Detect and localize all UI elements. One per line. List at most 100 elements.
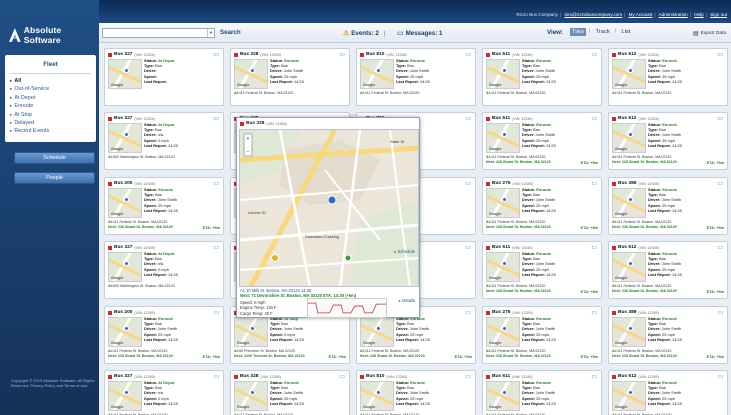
tab-tiles[interactable]: Tiles — [570, 28, 587, 36]
message-icon[interactable]: ▭ — [465, 244, 471, 251]
message-icon[interactable]: ▭ — [465, 373, 471, 380]
card-mini-map[interactable]: Google — [360, 317, 394, 347]
message-icon[interactable]: ▭ — [213, 115, 219, 122]
vehicle-card[interactable]: Bus 611 (VIN: 12345) ▭ Google Status: Enrout… — [482, 370, 602, 415]
card-mini-map[interactable]: Google — [612, 252, 646, 282]
vehicle-card[interactable]: Bus 612 (VIN: 12345) ▭ Google Status: Enrout… — [608, 370, 728, 415]
card-mini-map[interactable]: Google — [486, 59, 520, 89]
help-link[interactable]: Help — [694, 12, 703, 17]
vehicle-card[interactable]: Bus 810 (VIN: 12345) ▭ Google Status: Enrout… — [356, 48, 476, 106]
message-icon[interactable]: ▭ — [717, 180, 723, 187]
message-icon[interactable]: ▭ — [465, 180, 471, 187]
schedule-button[interactable]: Schedule — [14, 152, 95, 164]
vehicle-card[interactable]: Bus 612 (VIN: 12345) ▭ Google Status: Enrout… — [608, 241, 728, 299]
card-mini-map[interactable]: Google — [108, 317, 142, 347]
message-icon[interactable]: ▭ — [213, 180, 219, 187]
vehicle-card[interactable]: Bus 328 (VIN: 12345) ▭ Google Status: Enrout… — [230, 48, 350, 106]
events-indicator[interactable]: ⚠ Events: 2 | — [343, 29, 386, 38]
message-icon[interactable]: ▭ — [213, 244, 219, 251]
card-mini-map[interactable]: Google — [612, 188, 646, 218]
message-icon[interactable]: ▭ — [717, 373, 723, 380]
vehicle-card[interactable]: Bus 611 (VIN: 12345) ▭ Google Status: Enrout… — [482, 48, 602, 106]
message-icon[interactable]: ▭ — [465, 51, 471, 58]
message-icon[interactable]: ▭ — [339, 51, 345, 58]
vehicle-card[interactable]: Bus 611 (VIN: 12345) ▭ Google Status: Enrout… — [482, 112, 602, 170]
vehicle-card[interactable]: Bus 389(VIN: 12345) ▭ Google Status: Enrout… — [608, 177, 728, 235]
message-icon[interactable]: ▭ — [591, 180, 597, 187]
message-icon[interactable]: ▭ — [591, 244, 597, 251]
tab-list[interactable]: List — [619, 28, 632, 36]
message-icon[interactable]: ▭ — [591, 115, 597, 122]
fleet-filter-at-depot[interactable]: ▸ At Depot — [10, 94, 96, 102]
card-mini-map[interactable]: Google — [108, 381, 142, 411]
vehicle-card[interactable]: Bus 612 (VIN: 12345) ▭ Google Status: Enrout… — [608, 112, 728, 170]
vehicle-card[interactable]: Bus 389(VIN: 12345) ▭ Google Status: Enrout… — [608, 306, 728, 364]
fleet-filter-delayed[interactable]: ▸ Delayed — [10, 119, 96, 127]
card-mini-map[interactable]: Google — [612, 381, 646, 411]
chevron-down-icon[interactable]: ▼ — [207, 29, 214, 37]
card-mini-map[interactable]: Google — [486, 317, 520, 347]
vehicle-card[interactable]: Bus 611 (VIN: 12345) ▭ Google Status: Enrout… — [482, 241, 602, 299]
messages-indicator[interactable]: ▭ Messages: 1 — [397, 29, 442, 38]
message-icon[interactable]: ▭ — [591, 51, 597, 58]
details-link[interactable]: ▸ Details — [399, 298, 415, 303]
people-button[interactable]: People — [14, 172, 95, 184]
message-icon[interactable]: ▭ — [213, 51, 219, 58]
card-mini-map[interactable]: Google — [108, 59, 142, 89]
message-icon[interactable]: ▭ — [591, 373, 597, 380]
card-mini-map[interactable]: Google — [612, 59, 646, 89]
vehicle-detail-popup[interactable]: Bus 328 (VIN: 12345) + − State St Lincol… — [236, 117, 420, 318]
card-mini-map[interactable]: Google — [612, 317, 646, 347]
card-mini-map[interactable]: Google — [108, 252, 142, 282]
search-input[interactable]: ▼ — [102, 28, 215, 38]
message-icon[interactable]: ▭ — [465, 309, 471, 316]
my-account-link[interactable]: My Account — [629, 12, 653, 17]
card-mini-map[interactable]: Google — [108, 188, 142, 218]
vehicle-card[interactable]: Bus 200(VIN: 12345) ▭ Google Status: Enrout… — [104, 306, 224, 364]
card-mini-map[interactable]: Google — [360, 381, 394, 411]
message-icon[interactable]: ▭ — [717, 115, 723, 122]
card-mini-map[interactable]: Google — [486, 123, 520, 153]
vehicle-card[interactable]: Bus 328 (VIN: 12345) ▭ Google Status: Enrout… — [230, 370, 350, 415]
card-mini-map[interactable]: Google — [234, 59, 268, 89]
message-icon[interactable]: ▭ — [591, 309, 597, 316]
card-mini-map[interactable]: Google — [234, 317, 268, 347]
tab-track[interactable]: Track — [594, 28, 612, 36]
vehicle-card[interactable]: Bus 327 (VIN: 12345) ▭ Google Status: At Dep… — [104, 112, 224, 170]
vehicle-card[interactable]: Bus 810 (VIN: 12345) ▭ Google Status: Enrout… — [356, 370, 476, 415]
card-mini-map[interactable]: Google — [612, 123, 646, 153]
message-icon[interactable]: ▭ — [717, 309, 723, 316]
fleet-filter-out-of-service[interactable]: ▸ Out-of-Service — [10, 85, 96, 93]
schedule-link[interactable]: ▸ Schedule — [394, 249, 415, 254]
message-icon[interactable]: ▭ — [717, 244, 723, 251]
administration-link[interactable]: Administration — [659, 12, 688, 17]
card-mini-map[interactable]: Google — [486, 252, 520, 282]
vehicle-card[interactable]: Bus 200(VIN: 12345) ▭ Google Status: Enrout… — [104, 177, 224, 235]
vehicle-card[interactable]: Bus 275(VIN: 12345) ▭ Google Status: Enrout… — [482, 177, 602, 235]
fleet-filter-all[interactable]: ▸ All — [10, 77, 96, 85]
card-mini-map[interactable]: Google — [486, 188, 520, 218]
export-data-button[interactable]: ▤ Export Data — [693, 30, 726, 37]
popup-map[interactable]: + − State St Lincoln St Downtown Crossin… — [239, 129, 419, 287]
vehicle-card[interactable]: Bus 327 (VIN: 12345) ▭ Google Status: At Dep… — [104, 370, 224, 415]
message-icon[interactable]: ▭ — [465, 115, 471, 122]
card-mini-map[interactable]: Google — [108, 123, 142, 153]
vehicle-card[interactable]: Bus 327 (VIN: 12345) ▭ Google Status: At Dep… — [104, 48, 224, 106]
vehicle-card[interactable]: Bus 327 (VIN: 12345) ▭ Google Status: At Dep… — [104, 241, 224, 299]
vehicle-card[interactable]: Bus 612 (VIN: 12345) ▭ Google Status: Enrout… — [608, 48, 728, 106]
message-icon[interactable]: ▭ — [213, 309, 219, 316]
sign-out-link[interactable]: Sign out — [710, 12, 727, 17]
search-button[interactable]: Search — [220, 29, 241, 36]
message-icon[interactable]: ▭ — [717, 51, 723, 58]
card-mini-map[interactable]: Google — [486, 381, 520, 411]
vehicle-card[interactable]: Bus 275(VIN: 12345) ▭ Google Status: Enrout… — [482, 306, 602, 364]
card-mini-map[interactable]: Google — [234, 381, 268, 411]
fleet-filter-at-stop[interactable]: ▸ At Stop — [10, 111, 96, 119]
message-icon[interactable]: ▭ — [339, 373, 345, 380]
fleet-filter-enroute[interactable]: ▸ Enroute — [10, 102, 96, 110]
card-mini-map[interactable]: Google — [360, 59, 394, 89]
user-email-link[interactable]: tom@rizzobuscompany.com — [564, 12, 622, 17]
message-icon[interactable]: ▭ — [213, 373, 219, 380]
logo[interactable]: Absolute Software — [9, 25, 99, 45]
fleet-filter-recent-events[interactable]: ▸ Recent Events — [10, 127, 96, 135]
